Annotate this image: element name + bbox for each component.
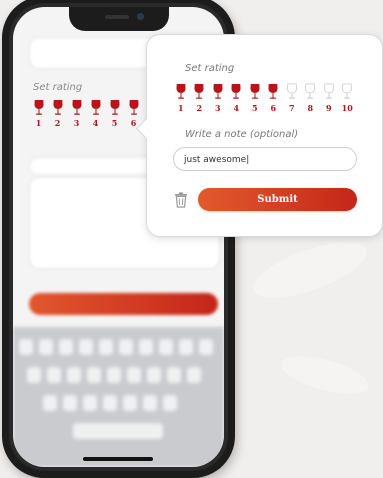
rating-number: 6 bbox=[270, 103, 276, 113]
rating-glass-3[interactable]: 3 bbox=[210, 83, 226, 113]
rating-glass-4[interactable]: 4 bbox=[229, 83, 245, 113]
wine-glass-icon bbox=[212, 83, 224, 100]
background-texture bbox=[247, 231, 373, 310]
keyboard-key bbox=[159, 339, 173, 355]
rating-glass-1[interactable]: 1 bbox=[173, 83, 189, 113]
rating-number: 2 bbox=[196, 103, 202, 113]
submit-button[interactable]: Submit bbox=[198, 188, 357, 211]
wine-glass-icon bbox=[230, 83, 242, 100]
phone-rating-glass-3: 3 bbox=[69, 99, 84, 128]
keyboard-key bbox=[43, 395, 57, 411]
keyboard-key bbox=[59, 339, 73, 355]
phone-rating-number: 5 bbox=[112, 118, 118, 128]
keyboard-key bbox=[143, 395, 157, 411]
keyboard-key bbox=[119, 339, 133, 355]
note-label: Write a note (optional) bbox=[185, 129, 298, 140]
rating-number: 4 bbox=[233, 103, 239, 113]
wine-glass-icon bbox=[267, 83, 279, 100]
rating-number: 10 bbox=[342, 103, 353, 113]
rating-glass-9[interactable]: 9 bbox=[321, 83, 337, 113]
background-texture bbox=[278, 349, 373, 401]
rating-number: 5 bbox=[252, 103, 258, 113]
rating-glass-6[interactable]: 6 bbox=[266, 83, 282, 113]
phone-rating-label: Set rating bbox=[33, 82, 82, 93]
home-indicator bbox=[83, 457, 153, 461]
keyboard-key bbox=[103, 395, 117, 411]
keyboard-key bbox=[19, 339, 33, 355]
phone-notch bbox=[69, 7, 169, 31]
note-input[interactable]: just awesome| bbox=[173, 147, 357, 171]
rating-glass-2[interactable]: 2 bbox=[192, 83, 208, 113]
rating-popover: Set rating 1 2 3 4 5 6 7 8 9 10 Write a note (opt… bbox=[146, 34, 383, 237]
wine-glass-icon bbox=[304, 83, 316, 100]
phone-rating-number: 2 bbox=[55, 118, 61, 128]
wine-glass-icon bbox=[323, 83, 335, 100]
phone-rating-glass-2: 2 bbox=[50, 99, 65, 128]
rating-number: 3 bbox=[215, 103, 221, 113]
wine-glass-icon bbox=[33, 99, 45, 116]
blurred-keyboard bbox=[13, 327, 224, 467]
keyboard-key bbox=[179, 339, 193, 355]
keyboard-key bbox=[79, 339, 93, 355]
rating-label: Set rating bbox=[185, 63, 234, 74]
phone-rating-number: 3 bbox=[74, 118, 80, 128]
phone-rating-number: 6 bbox=[131, 118, 137, 128]
rating-number: 8 bbox=[307, 103, 313, 113]
rating-number: 1 bbox=[178, 103, 184, 113]
rating-glass-5[interactable]: 5 bbox=[247, 83, 263, 113]
keyboard-key bbox=[39, 339, 53, 355]
rating-glasses: 1 2 3 4 5 6 7 8 9 10 bbox=[173, 83, 355, 113]
wine-glass-icon bbox=[52, 99, 64, 116]
keyboard-key bbox=[123, 395, 137, 411]
wine-glass-icon bbox=[175, 83, 187, 100]
rating-glass-8[interactable]: 8 bbox=[303, 83, 319, 113]
keyboard-key bbox=[107, 367, 121, 383]
keyboard-key bbox=[63, 395, 77, 411]
phone-rating-glass-4: 4 bbox=[88, 99, 103, 128]
wine-glass-icon bbox=[90, 99, 102, 116]
trash-icon[interactable] bbox=[174, 192, 188, 208]
wine-glass-icon bbox=[249, 83, 261, 100]
keyboard-key bbox=[187, 367, 201, 383]
speaker-grill bbox=[105, 15, 129, 19]
keyboard-space bbox=[73, 423, 163, 439]
phone-rating-glass-6: 6 bbox=[126, 99, 141, 128]
keyboard-key bbox=[67, 367, 81, 383]
phone-rating-glasses: 1 2 3 4 5 6 bbox=[31, 99, 141, 128]
wine-glass-icon bbox=[128, 99, 140, 116]
rating-glass-7[interactable]: 7 bbox=[284, 83, 300, 113]
keyboard-key bbox=[27, 367, 41, 383]
keyboard-key bbox=[127, 367, 141, 383]
keyboard-key bbox=[147, 367, 161, 383]
phone-rating-number: 4 bbox=[93, 118, 99, 128]
phone-submit-button bbox=[29, 293, 218, 315]
phone-rating-glass-5: 5 bbox=[107, 99, 122, 128]
keyboard-key bbox=[47, 367, 61, 383]
rating-number: 7 bbox=[289, 103, 295, 113]
wine-glass-icon bbox=[286, 83, 298, 100]
wine-glass-icon bbox=[109, 99, 121, 116]
keyboard-key bbox=[83, 395, 97, 411]
phone-rating-number: 1 bbox=[36, 118, 42, 128]
keyboard-key bbox=[139, 339, 153, 355]
keyboard-key bbox=[167, 367, 181, 383]
rating-number: 9 bbox=[326, 103, 332, 113]
keyboard-key bbox=[199, 339, 213, 355]
phone-rating-glass-1: 1 bbox=[31, 99, 46, 128]
camera-icon bbox=[137, 13, 144, 20]
wine-glass-icon bbox=[71, 99, 83, 116]
keyboard-key bbox=[99, 339, 113, 355]
keyboard-key bbox=[163, 395, 177, 411]
wine-glass-icon bbox=[341, 83, 353, 100]
wine-glass-icon bbox=[193, 83, 205, 100]
rating-glass-10[interactable]: 10 bbox=[340, 83, 356, 113]
keyboard-key bbox=[87, 367, 101, 383]
